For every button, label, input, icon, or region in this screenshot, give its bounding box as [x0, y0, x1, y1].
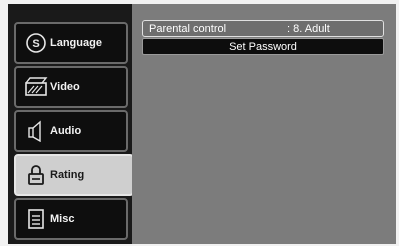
sidebar-item-label: Rating — [50, 169, 85, 181]
svg-text:S: S — [32, 38, 39, 50]
sidebar-item-video[interactable]: Video — [14, 66, 128, 108]
sidebar-item-language[interactable]: S Language — [14, 22, 128, 64]
sidebar: S Language Video Audio Rating Misc — [14, 12, 134, 244]
set-password-button[interactable]: Set Password — [142, 38, 384, 55]
sidebar-item-audio[interactable]: Audio — [14, 110, 128, 152]
parental-control-value: : 8. Adult — [287, 22, 330, 35]
sidebar-item-misc[interactable]: Misc — [14, 198, 128, 240]
settings-panel: Parental control : 8. Adult Set Password — [132, 4, 396, 244]
audio-icon — [24, 119, 48, 143]
set-password-label: Set Password — [229, 40, 297, 53]
parental-control-label: Parental control — [149, 22, 227, 35]
sidebar-item-rating[interactable]: Rating — [14, 154, 134, 196]
sidebar-item-label: Video — [50, 81, 80, 93]
sidebar-item-label: Audio — [50, 125, 82, 137]
video-icon — [24, 75, 48, 99]
sidebar-item-label: Misc — [50, 213, 75, 225]
parental-control-row[interactable]: Parental control : 8. Adult — [142, 20, 384, 37]
document-icon — [24, 207, 48, 231]
lock-icon — [24, 163, 48, 187]
language-icon: S — [24, 31, 48, 55]
sidebar-item-label: Language — [50, 37, 102, 49]
